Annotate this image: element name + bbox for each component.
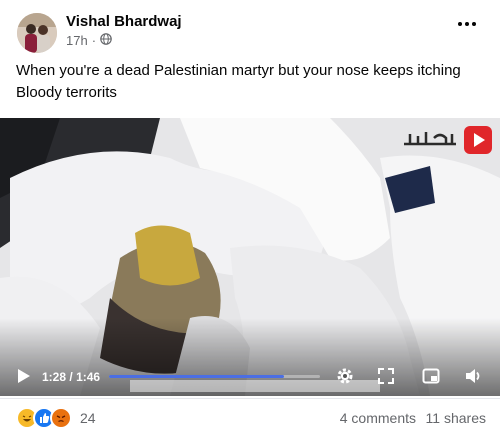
avatar[interactable] [17, 13, 57, 53]
play-logo-icon [462, 124, 494, 156]
reaction-count[interactable]: 24 [80, 410, 96, 426]
post-caption: When you're a dead Palestinian martyr bu… [16, 60, 486, 104]
video-frame [0, 118, 500, 396]
more-options-icon[interactable] [458, 20, 478, 28]
video-player[interactable] [0, 118, 500, 396]
fullscreen-icon[interactable] [376, 366, 396, 386]
comments-count[interactable]: 4 comments [340, 410, 416, 426]
duration: 1:46 [76, 370, 101, 384]
picture-in-picture-icon[interactable] [421, 366, 441, 386]
angry-icon [50, 407, 72, 429]
time-display: 1:28 / 1:46 [42, 370, 100, 384]
shares-count[interactable]: 11 shares [426, 410, 486, 426]
progress-fill [109, 375, 285, 378]
reactions-summary[interactable] [16, 407, 72, 429]
footer-divider [0, 398, 500, 399]
volume-icon[interactable] [463, 366, 483, 386]
progress-bar[interactable] [109, 375, 320, 378]
channel-watermark [400, 130, 460, 148]
caption-line: Bloody terrorits [16, 84, 117, 101]
current-time: 1:28 [42, 370, 67, 384]
facebook-post: Vishal Bhardwaj 17h · When you're a dead… [0, 0, 500, 439]
globe-icon[interactable] [100, 33, 112, 48]
post-footer: 24 4 comments 11 shares [0, 398, 500, 439]
time-separator: / [69, 370, 73, 384]
post-time[interactable]: 17h [66, 33, 88, 48]
video-controls: 1:28 / 1:46 [0, 358, 500, 396]
settings-gear-icon[interactable] [335, 366, 355, 386]
meta-separator: · [91, 33, 97, 48]
post-meta: 17h · [66, 33, 112, 48]
author-name[interactable]: Vishal Bhardwaj [66, 13, 182, 30]
play-icon[interactable] [14, 367, 32, 385]
caption-line: When you're a dead Palestinian martyr bu… [16, 62, 461, 79]
